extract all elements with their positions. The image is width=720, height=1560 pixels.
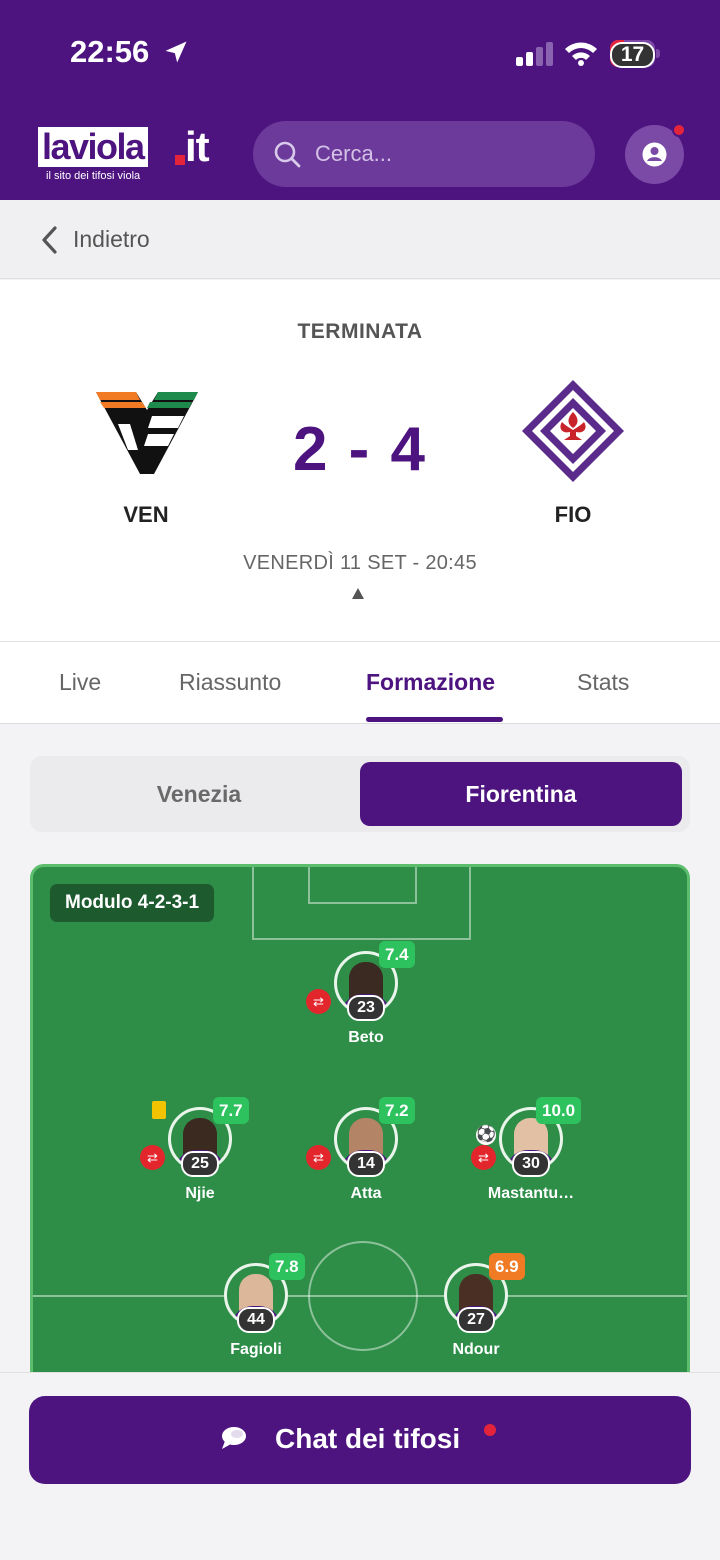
team-toggle: Venezia Fiorentina: [30, 756, 690, 832]
tab-riassunto[interactable]: Riassunto: [179, 669, 281, 696]
yellow-card-icon: [152, 1101, 166, 1119]
player-name: Mastantu…: [487, 1185, 575, 1202]
player-rating: 7.7: [213, 1097, 249, 1124]
player-rating: 7.8: [269, 1253, 305, 1280]
chat-bubble-icon: [222, 1427, 246, 1449]
battery-percent: 17: [610, 42, 655, 68]
chat-button[interactable]: Chat dei tifosi: [29, 1396, 691, 1484]
player-name: Ndour: [452, 1341, 500, 1358]
notification-dot: [672, 123, 686, 137]
player-name: Njie: [185, 1185, 215, 1202]
tab-formazione[interactable]: Formazione: [366, 669, 495, 696]
player-rating: 7.2: [379, 1097, 415, 1124]
search-icon: [274, 141, 301, 168]
logo-tld: it: [185, 123, 210, 170]
search-bar[interactable]: [253, 121, 595, 187]
wifi-icon: [565, 42, 597, 66]
substitution-icon: ⇄: [306, 989, 331, 1014]
player-number: 23: [347, 995, 385, 1021]
app-header: 22:56 17 laviola it il sito dei tifosi v…: [0, 0, 720, 200]
player-number: 25: [181, 1151, 219, 1177]
match-tabs: Live Riassunto Formazione Stats: [0, 642, 720, 724]
fiorentina-crest-icon: [522, 380, 624, 482]
player-name: Beto: [348, 1029, 384, 1046]
player-number: 27: [457, 1307, 495, 1333]
battery-tip: [656, 49, 660, 58]
lineup-pitch: Modulo 4-2-3-1 23 Beto 7.4 ⇄ 25 Njie 7.7…: [30, 864, 690, 1404]
formation-label: Modulo 4-2-3-1: [50, 884, 215, 922]
chevron-left-icon[interactable]: [38, 225, 60, 255]
player-name: Atta: [350, 1185, 382, 1202]
match-datetime: VENERDÌ 11 SET - 20:45: [243, 552, 477, 574]
player-name: Fagioli: [230, 1341, 282, 1358]
toggle-venezia[interactable]: Venezia: [38, 762, 360, 826]
toggle-fiorentina[interactable]: Fiorentina: [360, 762, 682, 826]
location-arrow-icon: [165, 41, 187, 63]
match-header: TERMINATA VEN 2 - 4 FIO VENERDÌ 11 SET -…: [0, 280, 720, 642]
status-bar: 22:56 17: [0, 0, 720, 105]
chat-notification-dot: [484, 1424, 496, 1436]
tab-stats[interactable]: Stats: [577, 669, 629, 696]
player-card[interactable]: 27 Ndour 6.9: [401, 1253, 551, 1383]
substitution-icon: ⇄: [471, 1145, 496, 1170]
player-card[interactable]: 25 Njie 7.7 ⇄: [125, 1097, 275, 1227]
status-time: 22:56: [70, 34, 150, 69]
match-status: TERMINATA: [297, 320, 423, 343]
substitution-icon: ⇄: [140, 1145, 165, 1170]
home-team-abbr: VEN: [123, 502, 169, 527]
player-number: 44: [237, 1307, 275, 1333]
active-tab-indicator: [366, 717, 503, 722]
player-card[interactable]: 14 Atta 7.2 ⇄: [291, 1097, 441, 1227]
player-card[interactable]: 30 Mastantu… 10.0 ⇄ ⚽: [456, 1097, 606, 1227]
back-bar: Indietro: [0, 200, 720, 279]
player-card[interactable]: 23 Beto 7.4 ⇄: [291, 941, 441, 1071]
player-rating: 10.0: [536, 1097, 582, 1124]
search-input[interactable]: [315, 133, 575, 175]
substitution-icon: ⇄: [306, 1145, 331, 1170]
back-button[interactable]: Indietro: [73, 226, 150, 253]
logo-dot: [175, 155, 185, 165]
chat-button-label: Chat dei tifosi: [275, 1423, 461, 1454]
logo-tagline: il sito dei tifosi viola: [46, 170, 141, 182]
battery-indicator: 17: [610, 40, 660, 68]
match-score: 2 - 4: [292, 415, 428, 484]
away-team-abbr: FIO: [554, 502, 592, 527]
tab-live[interactable]: Live: [59, 669, 101, 696]
logo-wordmark: laviola: [38, 127, 148, 167]
collapse-arrow-icon[interactable]: [352, 588, 364, 599]
player-number: 30: [512, 1151, 550, 1177]
site-logo[interactable]: laviola it il sito dei tifosi viola: [38, 123, 223, 183]
player-card[interactable]: 44 Fagioli 7.8: [181, 1253, 331, 1383]
cellular-signal-icon: [516, 42, 553, 66]
goal-area: [308, 867, 417, 904]
player-number: 14: [347, 1151, 385, 1177]
bottom-bar: Chat dei tifosi: [0, 1372, 720, 1560]
goal-ball-icon: ⚽: [476, 1125, 496, 1145]
player-rating: 6.9: [489, 1253, 525, 1280]
venezia-crest-icon: [96, 392, 198, 474]
player-rating: 7.4: [379, 941, 415, 968]
